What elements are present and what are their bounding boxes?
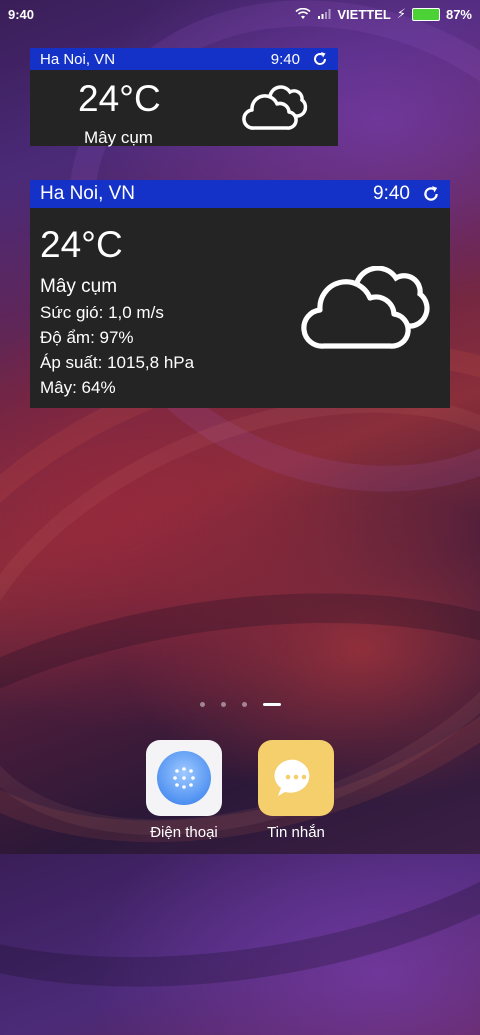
- status-bar: 9:40 VIETTEL ⚡ 87%: [0, 0, 480, 28]
- widget-header: Ha Noi, VN 9:40: [30, 48, 338, 70]
- wallpaper-swirl: [0, 544, 480, 1035]
- app-label: Điện thoại: [150, 824, 218, 841]
- widget-location: Ha Noi, VN: [40, 183, 136, 204]
- widget-time: 9:40: [270, 50, 300, 68]
- messages-app-tile[interactable]: [258, 740, 334, 816]
- carrier-name: VIETTEL: [337, 6, 391, 22]
- wind-speed: Sức gió: 1,0 m/s: [40, 303, 164, 322]
- status-time: 9:40: [8, 6, 35, 22]
- widget-temperature: 24°C: [40, 224, 123, 265]
- page-dot[interactable]: [220, 702, 226, 707]
- widget-temperature: 24°C: [78, 78, 161, 119]
- battery-icon: [411, 7, 440, 21]
- phone-app-tile[interactable]: [146, 740, 222, 816]
- charging-icon: ⚡: [396, 6, 406, 21]
- weather-widget-large[interactable]: Ha Noi, VN 9:40 24°C Mây cụm Sức gió: 1,…: [30, 180, 450, 408]
- widget-condition: Mây cụm: [40, 276, 118, 297]
- signal-icon: [318, 9, 331, 19]
- page-dot[interactable]: [241, 702, 247, 707]
- page-indicator: [0, 702, 480, 707]
- app-messages[interactable]: Tin nhắn: [258, 740, 334, 841]
- cloud-icon: [301, 266, 430, 349]
- widget-condition: Mây cụm: [84, 128, 153, 147]
- page-dot-active[interactable]: [262, 703, 281, 706]
- refresh-icon[interactable]: [422, 185, 440, 203]
- weather-widget-small[interactable]: Ha Noi, VN 9:40 24°C Mây cụm: [30, 48, 338, 147]
- app-phone[interactable]: Điện thoại: [146, 740, 222, 841]
- page-dot[interactable]: [199, 702, 205, 707]
- weather-details: Mây cụm Sức gió: 1,0 m/s Độ ẩm: 97% Áp s…: [40, 274, 194, 400]
- app-label: Tin nhắn: [267, 824, 325, 841]
- refresh-icon[interactable]: [312, 51, 328, 67]
- battery-percent: 87%: [445, 6, 472, 22]
- widget-header: Ha Noi, VN 9:40: [30, 180, 450, 208]
- wifi-icon: [295, 8, 311, 19]
- cloud-cover: Mây: 64%: [40, 378, 116, 397]
- cloud-icon: [242, 85, 308, 130]
- message-bubble-icon: [274, 759, 310, 796]
- humidity: Độ ẩm: 97%: [40, 328, 134, 347]
- widget-location: Ha Noi, VN: [40, 50, 116, 68]
- phone-dialer-icon: [157, 751, 211, 805]
- status-indicators: VIETTEL ⚡ 87%: [295, 6, 472, 22]
- widget-time: 9:40: [373, 183, 410, 204]
- pressure: Áp suất: 1015,8 hPa: [40, 353, 195, 372]
